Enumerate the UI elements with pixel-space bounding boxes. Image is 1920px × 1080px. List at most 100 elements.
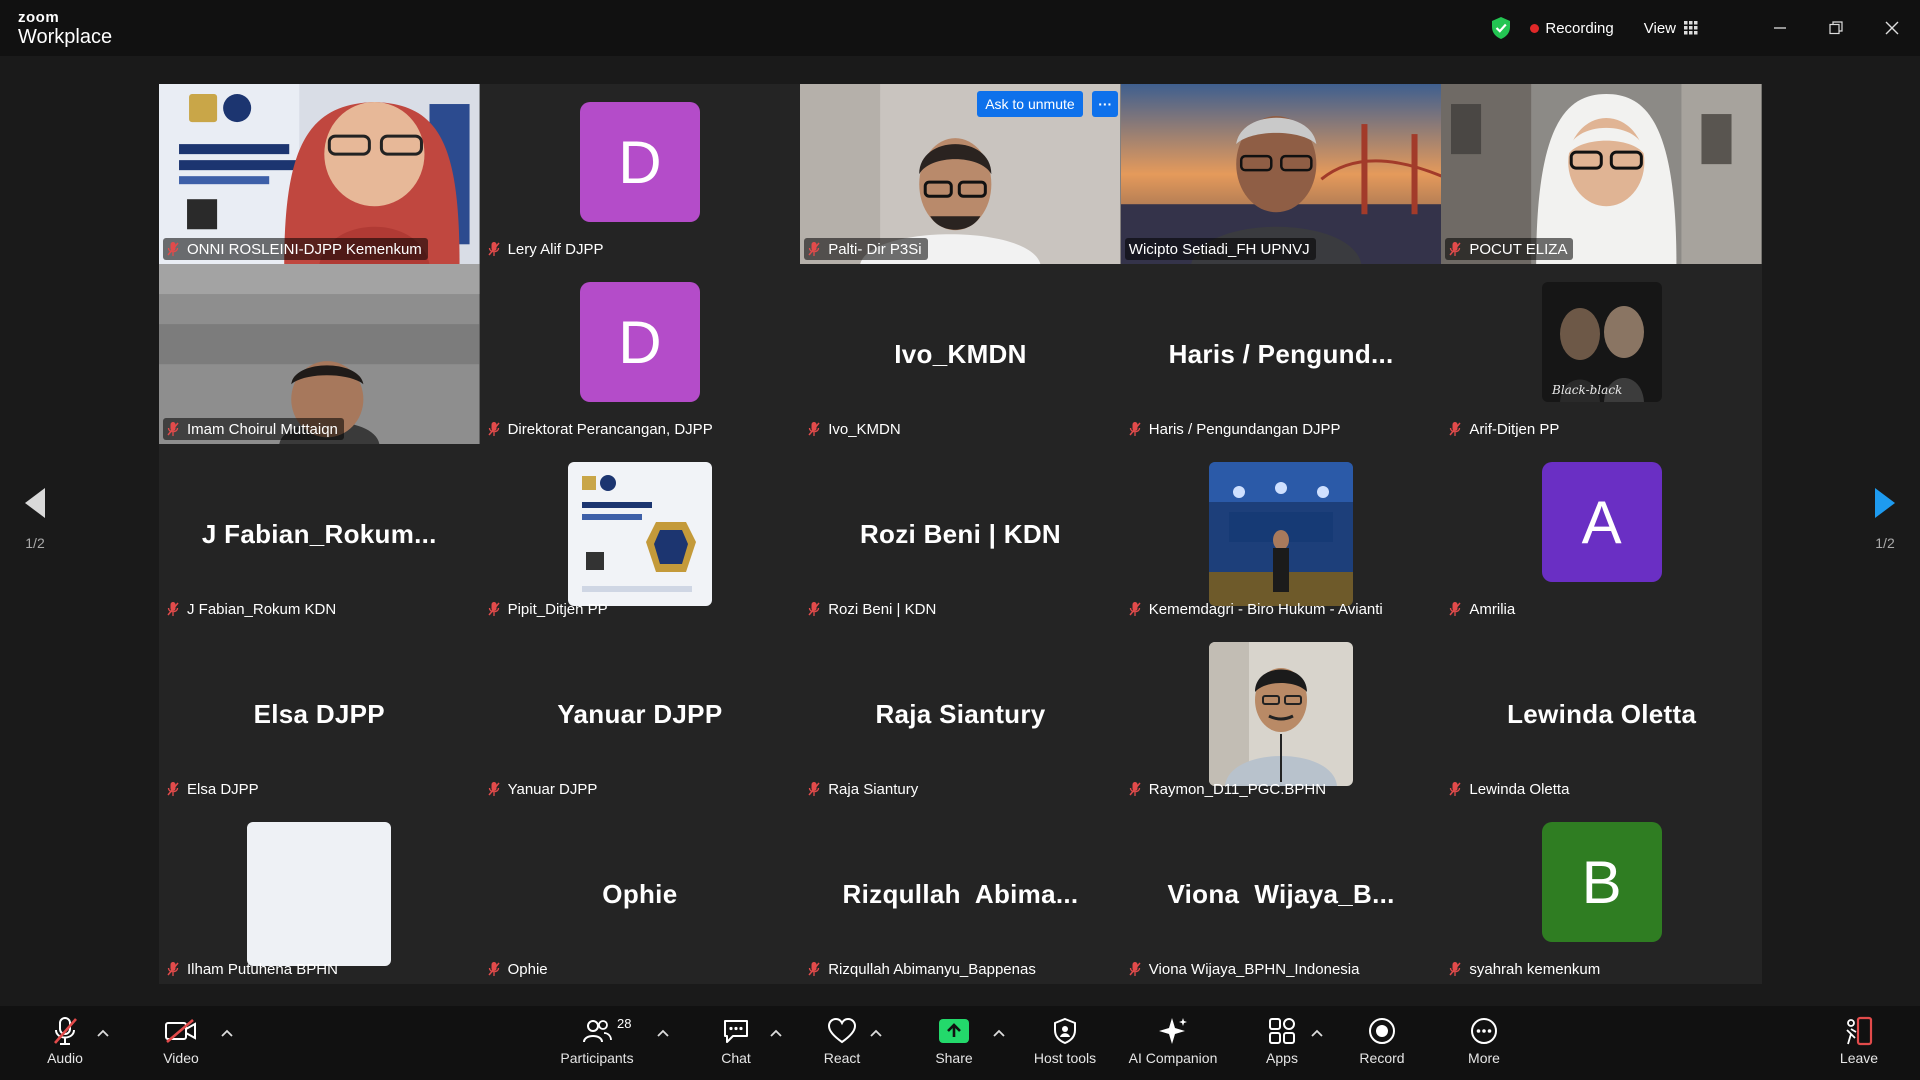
participant-display-name: Rizqullah Abima... xyxy=(842,878,1079,909)
muted-mic-icon xyxy=(488,422,500,436)
participant-name-label: Lewinda Oletta xyxy=(1445,778,1575,800)
participant-display-name: Viona Wijaya_B... xyxy=(1167,878,1395,909)
security-shield-icon[interactable] xyxy=(1490,16,1512,40)
participant-tile[interactable]: D Direktorat Perancangan, DJPP xyxy=(479,264,801,444)
participant-name: J Fabian_Rokum KDN xyxy=(187,600,337,618)
participant-tile[interactable]: B syahrah kemenkum xyxy=(1441,804,1762,984)
participant-tile[interactable]: Imam Choirul Muttaiqn xyxy=(159,264,480,444)
share-options-caret-icon[interactable] xyxy=(992,1028,1006,1038)
participant-tile[interactable]: Raja Siantury Raja Siantury xyxy=(800,624,1121,804)
close-button[interactable] xyxy=(1864,0,1920,56)
apps-options-caret-icon[interactable] xyxy=(1310,1028,1324,1038)
participant-tile[interactable]: Black-black Arif-Ditjen PP xyxy=(1441,264,1762,444)
participant-tile[interactable]: Rizqullah Abima... Rizqullah Abimanyu_Ba… xyxy=(800,804,1121,984)
participant-name-label: Wicipto Setiadi_FH UPNVJ xyxy=(1124,238,1316,260)
participant-name-label: ONNI ROSLEINI-DJPP Kemenkum xyxy=(163,238,428,260)
page-indicator-right: 1/2 xyxy=(1875,535,1895,551)
muted-mic-icon xyxy=(1449,422,1461,436)
avatar-initial: B xyxy=(1581,848,1622,916)
avatar: A xyxy=(1541,462,1662,582)
apps-label: Apps xyxy=(1266,1050,1298,1066)
view-button[interactable]: View xyxy=(1644,20,1698,37)
participant-tile[interactable]: Kememdagri - Biro Hukum - Avianti xyxy=(1120,444,1442,624)
participant-name-label: Yanuar DJPP xyxy=(484,778,604,800)
participant-tile[interactable]: Raymon_D11_PGC.BPHN xyxy=(1120,624,1442,804)
share-label: Share xyxy=(935,1050,973,1066)
muted-mic-icon xyxy=(167,962,179,976)
participant-display-name: Ophie xyxy=(602,878,678,909)
participants-options-caret-icon[interactable] xyxy=(656,1028,670,1038)
participant-tile[interactable]: Ask to unmute ··· Palti- Dir P3Si xyxy=(800,84,1121,264)
participant-tile[interactable]: J Fabian_Rokum... J Fabian_Rokum KDN xyxy=(159,444,480,624)
participant-name-label: POCUT ELIZA xyxy=(1445,238,1574,260)
participant-tile[interactable]: A Amrilia xyxy=(1441,444,1762,624)
previous-page-button[interactable]: 1/2 xyxy=(0,486,70,551)
muted-mic-icon xyxy=(1449,962,1461,976)
participant-tile[interactable]: Yanuar DJPP Yanuar DJPP xyxy=(479,624,801,804)
apps-button[interactable]: Apps xyxy=(1262,1014,1302,1074)
participant-name: POCUT ELIZA xyxy=(1469,240,1568,258)
minimize-button[interactable] xyxy=(1752,0,1808,56)
participant-tile[interactable]: Rozi Beni | KDN Rozi Beni | KDN xyxy=(800,444,1121,624)
participant-name: Ivo_KMDN xyxy=(828,420,901,438)
participant-name-label: Direktorat Perancangan, DJPP xyxy=(484,418,719,440)
muted-mic-icon xyxy=(1449,602,1461,616)
participant-tile-active-speaker[interactable]: Wicipto Setiadi_FH UPNVJ xyxy=(1120,84,1442,264)
next-page-button[interactable]: 1/2 xyxy=(1850,486,1920,551)
participant-name: Viona Wijaya_BPHN_Indonesia xyxy=(1148,960,1360,978)
participant-more-button[interactable]: ··· xyxy=(1092,91,1119,117)
muted-mic-icon xyxy=(808,602,820,616)
participant-name: Kememdagri - Biro Hukum - Avianti xyxy=(1148,600,1383,618)
participant-tile[interactable]: Elsa DJPP Elsa DJPP xyxy=(159,624,480,804)
restore-button[interactable] xyxy=(1808,0,1864,56)
profile-picture: Black-black xyxy=(1541,282,1662,402)
audio-options-caret-icon[interactable] xyxy=(96,1028,110,1038)
leave-button[interactable]: Leave xyxy=(1838,1014,1880,1074)
more-button[interactable]: More xyxy=(1464,1014,1504,1074)
participant-name-label: Ilham Putuhena BPHN xyxy=(163,958,344,980)
brand-workplace: Workplace xyxy=(18,26,113,48)
participant-name: Lery Alif DJPP xyxy=(507,240,604,258)
muted-mic-icon xyxy=(1129,782,1141,796)
muted-mic-icon xyxy=(488,602,500,616)
participant-tile[interactable]: D Lery Alif DJPP xyxy=(479,84,801,264)
host-tools-button[interactable]: Host tools xyxy=(1030,1014,1100,1074)
muted-mic-icon xyxy=(488,242,500,256)
ai-companion-button[interactable]: AI Companion xyxy=(1124,1014,1222,1074)
participant-tile[interactable]: Viona Wijaya_B... Viona Wijaya_BPHN_Indo… xyxy=(1120,804,1442,984)
ai-sparkle-icon xyxy=(1159,1018,1187,1044)
participant-tile[interactable]: Lewinda Oletta Lewinda Oletta xyxy=(1441,624,1762,804)
participant-name: syahrah kemenkum xyxy=(1469,960,1601,978)
record-button[interactable]: Record xyxy=(1358,1014,1406,1074)
participants-icon xyxy=(583,1020,612,1043)
record-icon xyxy=(1369,1018,1395,1044)
chat-label: Chat xyxy=(721,1050,751,1066)
avatar: D xyxy=(579,282,700,402)
participant-tile[interactable]: Haris / Pengund... Haris / Pengundangan … xyxy=(1120,264,1442,444)
participant-tile[interactable]: Ilham Putuhena BPHN xyxy=(159,804,480,984)
react-button[interactable]: React xyxy=(820,1014,864,1074)
participant-tile[interactable]: Ivo_KMDN Ivo_KMDN xyxy=(800,264,1121,444)
participant-display-name: Raja Siantury xyxy=(875,698,1046,729)
avatar-initial: D xyxy=(618,128,662,196)
participant-tile[interactable]: Pipit_Ditjen PP xyxy=(479,444,801,624)
participant-name: Direktorat Perancangan, DJPP xyxy=(507,420,713,438)
react-options-caret-icon[interactable] xyxy=(869,1028,883,1038)
chat-button[interactable]: Chat xyxy=(714,1014,758,1074)
video-options-caret-icon[interactable] xyxy=(220,1028,234,1038)
video-button[interactable]: Video xyxy=(156,1014,206,1074)
share-button[interactable]: Share xyxy=(932,1014,976,1074)
participant-tile[interactable]: POCUT ELIZA xyxy=(1441,84,1762,264)
profile-picture xyxy=(247,822,392,966)
recording-indicator[interactable]: Recording xyxy=(1530,20,1614,37)
participant-name: Lewinda Oletta xyxy=(1469,780,1570,798)
participant-tile[interactable]: ONNI ROSLEINI-DJPP Kemenkum xyxy=(159,84,480,264)
participant-tile[interactable]: Ophie Ophie xyxy=(479,804,801,984)
apps-icon xyxy=(1269,1018,1295,1044)
participant-name: Palti- Dir P3Si xyxy=(828,240,922,258)
participant-name-label: Rozi Beni | KDN xyxy=(804,598,942,620)
participant-name: Ilham Putuhena BPHN xyxy=(187,960,338,978)
ask-to-unmute-button[interactable]: Ask to unmute xyxy=(977,91,1083,117)
chat-options-caret-icon[interactable] xyxy=(769,1028,783,1038)
audio-button[interactable]: Audio xyxy=(40,1014,90,1074)
